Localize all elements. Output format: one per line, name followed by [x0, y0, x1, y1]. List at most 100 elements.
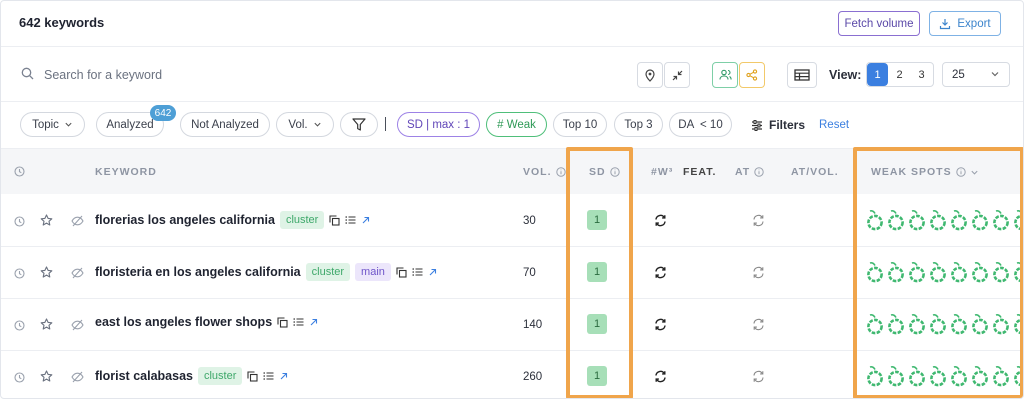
column-volume-label: VOL. [523, 166, 552, 178]
column-at-vol[interactable]: AT/VOL. [791, 166, 839, 178]
export-button[interactable]: Export [929, 11, 1001, 36]
refresh-icon[interactable] [654, 266, 667, 279]
location-button[interactable] [637, 62, 663, 88]
copy-icon[interactable] [329, 214, 340, 226]
da-filter[interactable]: DA < 10 [669, 112, 732, 137]
topic-dropdown[interactable]: Topic [20, 112, 85, 137]
panel-header: 642 keywords Fetch volume Export [1, 1, 1023, 47]
download-icon [940, 18, 951, 29]
top3-filter[interactable]: Top 3 [614, 112, 663, 137]
location-pin-icon [645, 68, 655, 82]
users-view-button[interactable] [712, 62, 738, 88]
table-row[interactable]: floristeria en los angeles california clu… [1, 247, 1023, 299]
chevron-down-icon [65, 122, 72, 127]
column-sd[interactable]: SD [589, 166, 620, 178]
weak-spot-icon [930, 210, 946, 231]
external-link-icon[interactable] [361, 216, 370, 225]
per-page-select[interactable]: 25 [942, 62, 1010, 87]
keyword-cell[interactable]: florist calabasas cluster [95, 367, 288, 385]
keyword-cell[interactable]: east los angeles flower shops [95, 315, 318, 329]
hide-icon[interactable] [71, 319, 84, 331]
top10-filter[interactable]: Top 10 [553, 112, 607, 137]
export-label: Export [957, 17, 991, 30]
share-view-button[interactable] [739, 62, 765, 88]
column-keyword[interactable]: KEYWORD [95, 166, 157, 178]
refresh-icon[interactable] [752, 318, 765, 331]
weak-spot-icon [951, 366, 967, 387]
refresh-icon[interactable] [654, 214, 667, 227]
table-row[interactable]: east los angeles flower shops 140 1 [1, 299, 1023, 351]
collapse-button[interactable] [664, 62, 690, 88]
list-icon[interactable] [263, 371, 274, 381]
share-icon [746, 69, 758, 81]
star-icon[interactable] [40, 370, 53, 383]
funnel-filter-button[interactable] [340, 112, 378, 137]
column-features-label: FEAT. [683, 166, 717, 178]
volume-value: 140 [523, 319, 543, 331]
keyword-text[interactable]: florist calabasas [95, 369, 193, 383]
refresh-icon[interactable] [654, 318, 667, 331]
not-analyzed-filter[interactable]: Not Analyzed [180, 112, 270, 137]
fetch-volume-button[interactable]: Fetch volume [838, 11, 920, 36]
history-icon[interactable] [14, 372, 25, 383]
history-icon[interactable] [14, 320, 25, 331]
weak-spot-icon [888, 366, 904, 387]
page-3-button[interactable]: 3 [911, 63, 932, 86]
sd-filter-chip[interactable]: SD | max : 1 [397, 112, 480, 137]
weak-spot-icon [993, 366, 1009, 387]
keyword-text[interactable]: east los angeles flower shops [95, 315, 272, 329]
table-view-button[interactable] [787, 62, 817, 88]
hide-icon[interactable] [71, 215, 84, 227]
column-at[interactable]: AT [735, 166, 764, 178]
column-w3[interactable]: #W³ [651, 166, 673, 178]
external-link-icon[interactable] [279, 372, 288, 381]
search-input[interactable]: Search for a keyword [44, 68, 162, 82]
copy-icon[interactable] [396, 266, 407, 278]
weak-spot-icon [951, 210, 967, 231]
page-2-button[interactable]: 2 [889, 63, 910, 86]
weak-filter-chip[interactable]: # Weak [486, 112, 547, 137]
refresh-icon[interactable] [752, 214, 765, 227]
refresh-icon[interactable] [654, 370, 667, 383]
weak-spots-cell [866, 261, 1023, 283]
weak-spot-icon [930, 262, 946, 283]
weak-spot-icon [972, 262, 988, 283]
keyword-text[interactable]: florerias los angeles california [95, 213, 275, 227]
weak-spots-cell [866, 209, 1023, 231]
refresh-icon[interactable] [752, 370, 765, 383]
reset-link[interactable]: Reset [819, 119, 849, 131]
weak-spot-icon [867, 314, 883, 335]
page-1-button[interactable]: 1 [867, 63, 888, 86]
history-icon[interactable] [14, 216, 25, 227]
hide-icon[interactable] [71, 371, 84, 383]
column-at-vol-label: AT/VOL. [791, 166, 839, 178]
list-icon[interactable] [345, 215, 356, 225]
column-volume[interactable]: VOL. [523, 166, 566, 178]
column-features[interactable]: FEAT. [683, 166, 716, 178]
hide-icon[interactable] [71, 267, 84, 279]
star-icon[interactable] [40, 266, 53, 279]
history-icon[interactable] [14, 268, 25, 279]
weak-filter-label: # Weak [497, 118, 536, 131]
keyword-cell[interactable]: floristeria en los angeles california clu… [95, 263, 437, 281]
users-icon [718, 69, 732, 80]
list-icon[interactable] [293, 317, 304, 327]
filters-button[interactable]: Filters [751, 118, 805, 132]
copy-icon[interactable] [247, 370, 258, 382]
weak-spot-icon [993, 262, 1009, 283]
table-row[interactable]: florerias los angeles california cluster 3… [1, 195, 1023, 247]
keyword-text[interactable]: floristeria en los angeles california [95, 265, 301, 279]
column-weak-spots[interactable]: WEAK SPOTS [871, 166, 979, 178]
sliders-icon [752, 119, 762, 131]
external-link-icon[interactable] [428, 268, 437, 277]
list-icon[interactable] [412, 267, 423, 277]
star-icon[interactable] [40, 214, 53, 227]
keyword-cell[interactable]: florerias los angeles california cluster [95, 211, 370, 229]
volume-dropdown[interactable]: Vol. [276, 112, 334, 137]
star-icon[interactable] [40, 318, 53, 331]
copy-icon[interactable] [277, 316, 288, 328]
refresh-icon[interactable] [752, 266, 765, 279]
sd-badge: 1 [587, 210, 607, 230]
table-row[interactable]: florist calabasas cluster 260 1 [1, 351, 1023, 398]
external-link-icon[interactable] [309, 318, 318, 327]
